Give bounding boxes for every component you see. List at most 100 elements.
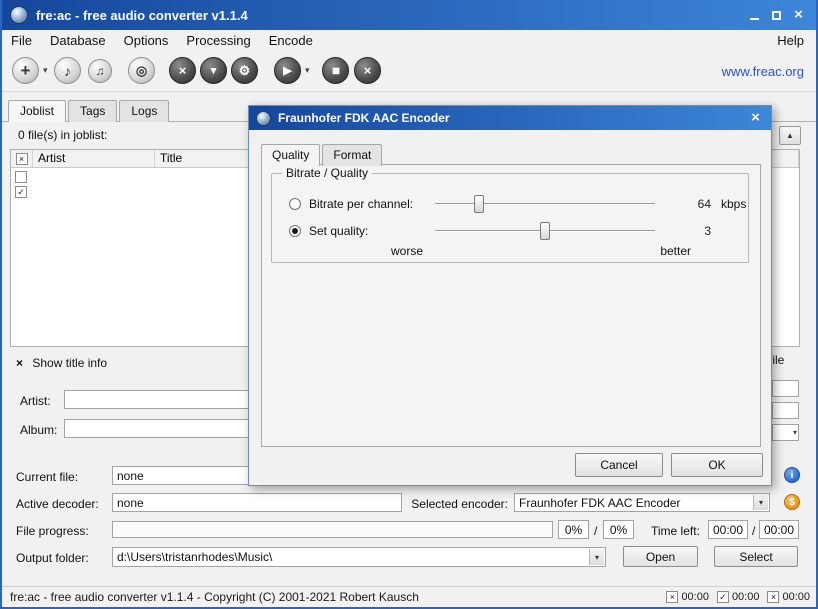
- statusbar-times: × 00:00 ✓ 00:00 × 00:00: [666, 591, 810, 603]
- menu-file[interactable]: File: [2, 33, 41, 48]
- file-progress-label: File progress:: [16, 524, 89, 538]
- track-time-value: 00:00: [708, 520, 748, 539]
- active-decoder-value: none: [112, 493, 402, 512]
- encoder-config-dialog: Fraunhofer FDK AAC Encoder Quality Forma…: [248, 105, 772, 486]
- tab-logs[interactable]: Logs: [119, 100, 169, 122]
- selected-encoder-label: Selected encoder:: [402, 497, 508, 511]
- main-tabs: Joblist Tags Logs: [8, 100, 171, 122]
- dialog-title: Fraunhofer FDK AAC Encoder: [278, 111, 450, 125]
- pause-encoding-icon[interactable]: ▮▮: [322, 57, 349, 84]
- joblist-count-label: 0 file(s) in joblist:: [18, 128, 107, 142]
- window-title: fre:ac - free audio converter v1.1.4: [36, 8, 248, 23]
- status-time-icon-1: ×: [666, 591, 678, 603]
- find-files-icon[interactable]: ♫: [88, 59, 112, 83]
- dialog-tabs: Quality Format: [261, 144, 384, 166]
- select-column-header[interactable]: ×: [11, 150, 33, 167]
- app-window: fre:ac - free audio converter v1.1.4 Fil…: [0, 0, 818, 609]
- start-encoding-icon[interactable]: ▶: [274, 57, 301, 84]
- show-title-info-toggle[interactable]: Show title info: [16, 356, 107, 370]
- donate-icon[interactable]: $: [784, 494, 800, 510]
- track-percent-value: 0%: [558, 520, 589, 539]
- time-separator: /: [752, 524, 755, 538]
- website-link[interactable]: www.freac.org: [722, 64, 804, 79]
- eject-button[interactable]: ▲: [779, 126, 801, 145]
- eject-icon: ▲: [786, 131, 794, 140]
- dialog-tab-quality[interactable]: Quality: [261, 144, 320, 166]
- active-decoder-label: Active decoder:: [16, 497, 99, 511]
- dialog-close-button[interactable]: [747, 111, 764, 126]
- bitrate-radio[interactable]: [289, 198, 301, 210]
- cancel-button[interactable]: Cancel: [575, 453, 663, 477]
- maximize-button[interactable]: [769, 7, 784, 23]
- window-controls: [747, 7, 816, 23]
- toggle-selection-checkbox[interactable]: ✓: [15, 186, 27, 198]
- track-field-fragment[interactable]: [772, 380, 799, 397]
- select-button[interactable]: Select: [714, 546, 798, 567]
- year-field-fragment[interactable]: [772, 402, 799, 419]
- maximize-icon: [772, 11, 781, 20]
- open-button[interactable]: Open: [623, 546, 698, 567]
- genre-field-fragment[interactable]: [772, 424, 799, 441]
- collapse-icon: [16, 356, 23, 370]
- menubar: File Database Options Processing Encode …: [2, 30, 816, 50]
- status-time-3: × 00:00: [767, 591, 810, 603]
- close-button[interactable]: [791, 7, 806, 23]
- settings-icon[interactable]: ⚙: [231, 57, 258, 84]
- stop-encoding-icon[interactable]: ×: [354, 57, 381, 84]
- chevron-down-icon[interactable]: [589, 549, 604, 565]
- cddb-query-icon[interactable]: ◎: [128, 57, 155, 84]
- column-header-artist[interactable]: Artist: [33, 150, 155, 167]
- menu-help[interactable]: Help: [768, 33, 816, 48]
- chevron-down-icon[interactable]: [753, 495, 768, 510]
- cddb-submit-icon[interactable]: ▾: [200, 57, 227, 84]
- quality-radio-label[interactable]: Set quality:: [309, 224, 368, 238]
- bitrate-unit: kbps: [721, 197, 746, 211]
- info-icon[interactable]: i: [784, 467, 800, 483]
- chevron-down-icon: [793, 428, 797, 437]
- remove-all-icon[interactable]: ×: [169, 57, 196, 84]
- album-label: Album:: [20, 423, 57, 437]
- bitrate-slider[interactable]: [435, 195, 655, 213]
- output-folder-dropdown[interactable]: d:\Users\tristanrhodes\Music\: [112, 547, 606, 567]
- bitrate-slider-thumb[interactable]: [474, 195, 484, 213]
- current-file-label: Current file:: [16, 470, 78, 484]
- scale-better-label: better: [649, 244, 691, 258]
- artist-label: Artist:: [20, 394, 51, 408]
- menu-encode[interactable]: Encode: [260, 33, 322, 48]
- menu-options[interactable]: Options: [115, 33, 178, 48]
- ok-button[interactable]: OK: [671, 453, 763, 477]
- add-cd-icon[interactable]: ♪: [54, 57, 81, 84]
- select-none-checkbox[interactable]: [15, 171, 27, 183]
- minimize-icon: [750, 10, 759, 20]
- output-folder-label: Output folder:: [16, 551, 89, 565]
- group-title: Bitrate / Quality: [282, 166, 372, 180]
- slider-groove: [435, 203, 655, 205]
- start-encoding-dropdown-icon[interactable]: [305, 65, 310, 76]
- quality-slider[interactable]: [435, 222, 655, 240]
- quality-slider-thumb[interactable]: [540, 222, 550, 240]
- status-time-2: ✓ 00:00: [717, 591, 760, 603]
- quality-radio[interactable]: [289, 225, 301, 237]
- dialog-titlebar[interactable]: Fraunhofer FDK AAC Encoder: [249, 106, 771, 130]
- total-time-value: 00:00: [759, 520, 799, 539]
- close-icon: [794, 6, 803, 24]
- tab-joblist[interactable]: Joblist: [8, 100, 66, 122]
- select-all-checkbox[interactable]: ×: [16, 153, 28, 165]
- app-logo-icon: [10, 6, 28, 24]
- minimize-button[interactable]: [747, 7, 762, 23]
- selected-encoder-dropdown[interactable]: Fraunhofer FDK AAC Encoder: [514, 493, 770, 512]
- status-time-value-2: 00:00: [732, 591, 760, 603]
- add-files-dropdown-icon[interactable]: [43, 65, 48, 76]
- bitrate-radio-label[interactable]: Bitrate per channel:: [309, 197, 413, 211]
- dialog-app-icon: [256, 111, 271, 126]
- dialog-tab-format[interactable]: Format: [322, 144, 382, 166]
- output-folder-value: d:\Users\tristanrhodes\Music\: [117, 550, 272, 564]
- status-time-1: × 00:00: [666, 591, 709, 603]
- tab-tags[interactable]: Tags: [68, 100, 117, 122]
- menu-processing[interactable]: Processing: [177, 33, 259, 48]
- close-icon: [751, 109, 760, 127]
- menu-database[interactable]: Database: [41, 33, 115, 48]
- total-percent-value: 0%: [603, 520, 634, 539]
- add-files-icon[interactable]: +: [12, 57, 39, 84]
- status-time-icon-3: ×: [767, 591, 779, 603]
